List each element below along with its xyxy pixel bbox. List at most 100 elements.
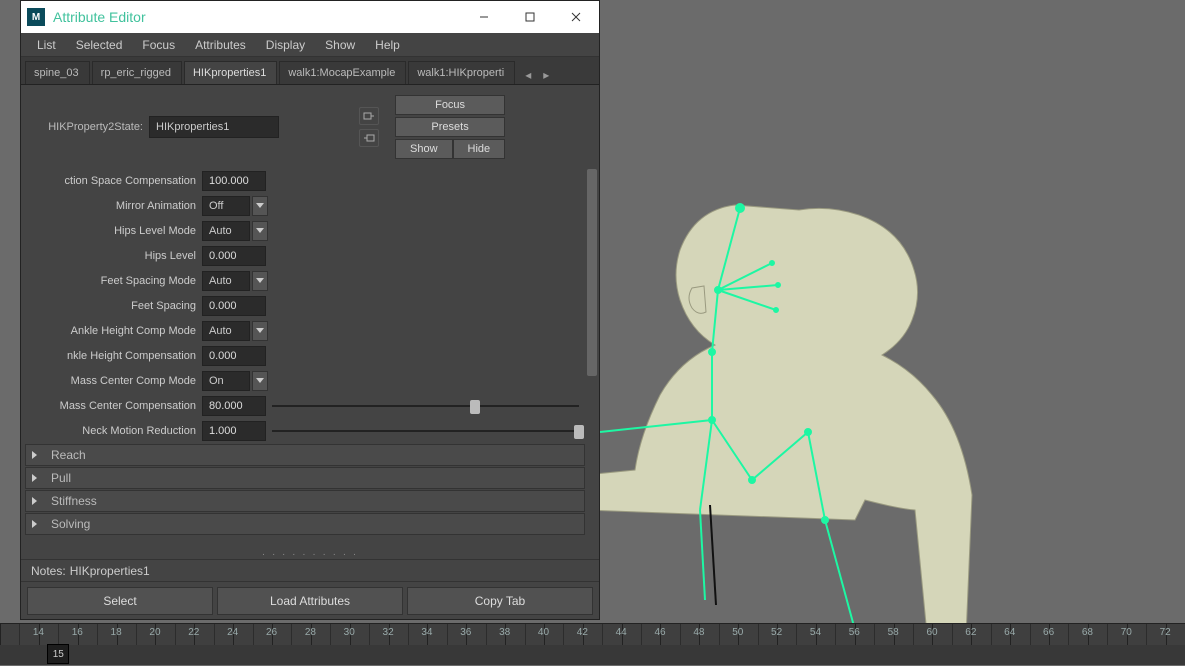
slider-handle[interactable] (574, 425, 584, 439)
maximize-button[interactable] (507, 1, 553, 33)
timeline-frame-label: 40 (538, 627, 549, 638)
slider[interactable] (272, 396, 579, 416)
timeline-frame-label: 38 (499, 627, 510, 638)
scrollbar-thumb[interactable] (587, 169, 597, 376)
dropdown-value[interactable]: Auto (202, 221, 250, 241)
tab-walk1-hikproperti[interactable]: walk1:HIKproperti (408, 61, 515, 84)
attr-row: Ankle Height Comp ModeAuto (25, 319, 585, 343)
chevron-down-icon[interactable] (252, 221, 268, 241)
attr-row: Mass Center Comp ModeOn (25, 369, 585, 393)
attr-label: Mirror Animation (25, 200, 202, 212)
menu-bar: List Selected Focus Attributes Display S… (21, 33, 599, 57)
node-name-field[interactable]: HIKproperties1 (149, 116, 279, 138)
menu-help[interactable]: Help (365, 35, 410, 55)
section-header[interactable]: Pull (25, 467, 585, 489)
notes-row[interactable]: Notes: HIKproperties1 (21, 559, 599, 581)
hide-button[interactable]: Hide (453, 139, 506, 159)
menu-list[interactable]: List (27, 35, 66, 55)
chevron-down-icon[interactable] (252, 371, 268, 391)
attr-row: Hips Level0.000 (25, 244, 585, 268)
attr-row: Feet Spacing ModeAuto (25, 269, 585, 293)
attr-label: ction Space Compensation (25, 175, 202, 187)
dropdown-value[interactable]: Auto (202, 271, 250, 291)
timeline-frame-label: 24 (227, 627, 238, 638)
slider[interactable] (272, 421, 579, 441)
disclosure-triangle-icon (32, 520, 37, 528)
disclosure-triangle-icon (32, 451, 37, 459)
timeline-frame-label: 72 (1160, 627, 1171, 638)
number-field[interactable]: 0.000 (202, 296, 266, 316)
titlebar[interactable]: M Attribute Editor (21, 1, 599, 33)
tab-walk1-mocapexample[interactable]: walk1:MocapExample (279, 61, 406, 84)
tab-spine-03[interactable]: spine_03 (25, 61, 90, 84)
menu-show[interactable]: Show (315, 35, 365, 55)
pin-in-icon[interactable] (359, 129, 379, 147)
timeline-frame-label: 26 (266, 627, 277, 638)
section-label: Stiffness (51, 494, 97, 508)
chevron-down-icon[interactable] (252, 321, 268, 341)
number-field[interactable]: 0.000 (202, 246, 266, 266)
time-slider[interactable]: 1416182022242628303234363840424446485052… (0, 623, 1185, 665)
presets-button[interactable]: Presets (395, 117, 505, 137)
resizer-dots-icon: · · · · · · · · · · (262, 549, 358, 560)
timeline-frame-label: 56 (849, 627, 860, 638)
tab-rp-eric-rigged[interactable]: rp_eric_rigged (92, 61, 182, 84)
section-header[interactable]: Reach (25, 444, 585, 466)
attr-row: ction Space Compensation100.000 (25, 169, 585, 193)
timeline-frame-label: 48 (693, 627, 704, 638)
timeline-frame-label: 52 (771, 627, 782, 638)
attr-row: nkle Height Compensation0.000 (25, 344, 585, 368)
copy-tab-button[interactable]: Copy Tab (407, 587, 593, 615)
attr-label: Hips Level (25, 250, 202, 262)
tab-prev-icon[interactable]: ◂ (521, 66, 535, 84)
load-attributes-button[interactable]: Load Attributes (217, 587, 403, 615)
menu-display[interactable]: Display (256, 35, 315, 55)
number-field[interactable]: 80.000 (202, 396, 266, 416)
attr-row: Neck Motion Reduction1.000 (25, 419, 585, 443)
timeline-frame-label: 62 (965, 627, 976, 638)
section-header[interactable]: Stiffness (25, 490, 585, 512)
timeline-frame-label: 50 (732, 627, 743, 638)
pin-out-icon[interactable] (359, 107, 379, 125)
window-title: Attribute Editor (53, 9, 461, 25)
chevron-down-icon[interactable] (252, 196, 268, 216)
notes-label: Notes: (31, 564, 66, 578)
section-header[interactable]: Solving (25, 513, 585, 535)
disclosure-triangle-icon (32, 474, 37, 482)
menu-selected[interactable]: Selected (66, 35, 133, 55)
scrollbar[interactable] (587, 169, 597, 545)
dropdown-value[interactable]: Auto (202, 321, 250, 341)
section-label: Reach (51, 448, 86, 462)
timeline-frame-label: 30 (344, 627, 355, 638)
notes-value: HIKproperties1 (70, 564, 150, 578)
number-field[interactable]: 1.000 (202, 421, 266, 441)
maya-app-icon: M (27, 8, 45, 26)
footer-buttons: Select Load Attributes Copy Tab (21, 581, 599, 619)
minimize-button[interactable] (461, 1, 507, 33)
attr-label: Neck Motion Reduction (25, 425, 202, 437)
panel-resizer[interactable]: · · · · · · · · · · (21, 549, 599, 559)
focus-button[interactable]: Focus (395, 95, 505, 115)
dropdown-value[interactable]: On (202, 371, 250, 391)
close-button[interactable] (553, 1, 599, 33)
slider-handle[interactable] (470, 400, 480, 414)
dropdown-value[interactable]: Off (202, 196, 250, 216)
tab-hikproperties1[interactable]: HIKproperties1 (184, 61, 277, 84)
timeline-frame-label: 20 (149, 627, 160, 638)
attr-row: Mirror AnimationOff (25, 194, 585, 218)
menu-attributes[interactable]: Attributes (185, 35, 256, 55)
attr-label: Mass Center Compensation (25, 400, 202, 412)
chevron-down-icon[interactable] (252, 271, 268, 291)
show-button[interactable]: Show (395, 139, 453, 159)
node-tabs: spine_03 rp_eric_rigged HIKproperties1 w… (21, 57, 599, 85)
timeline-frame-label: 36 (460, 627, 471, 638)
select-button[interactable]: Select (27, 587, 213, 615)
section-label: Pull (51, 471, 71, 485)
menu-focus[interactable]: Focus (132, 35, 185, 55)
number-field[interactable]: 100.000 (202, 171, 266, 191)
attr-row: Feet Spacing0.000 (25, 294, 585, 318)
playhead[interactable]: 15 (47, 644, 69, 664)
tab-next-icon[interactable]: ▸ (539, 66, 553, 84)
number-field[interactable]: 0.000 (202, 346, 266, 366)
attribute-editor-panel: M Attribute Editor List Selected Focus A… (20, 0, 600, 620)
